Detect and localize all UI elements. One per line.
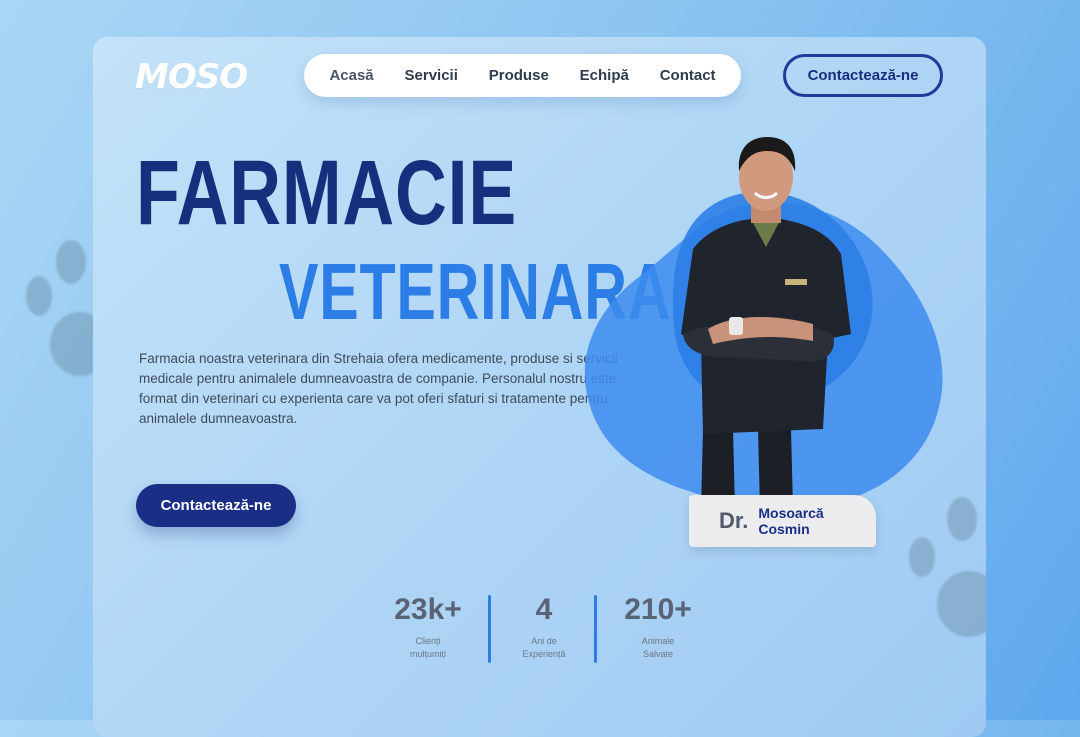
nav-item-echipa[interactable]: Echipă: [580, 67, 629, 84]
stat-label-line2: Salvate: [642, 649, 674, 659]
doctor-name-card: Dr. Mosoarcă Cosmin: [689, 495, 876, 547]
doctor-prefix: Dr.: [719, 508, 749, 533]
stat-animals: 210+ Animale Salvate: [603, 595, 713, 661]
hero-title-line1: FARMACIE: [136, 142, 517, 244]
stat-label-line1: Clienți: [415, 636, 441, 646]
stats-row: 23k+ Clienți mulțumiți 4 Ani de Experien…: [373, 595, 713, 665]
main-nav: Acasă Servicii Produse Echipă Contact: [304, 54, 741, 97]
stat-years: 4 Ani de Experiență: [489, 595, 599, 661]
logo[interactable]: MOSO: [135, 57, 248, 97]
hero-panel: MOSO Acasă Servicii Produse Echipă Conta…: [93, 37, 986, 737]
stat-clients: 23k+ Clienți mulțumiți: [373, 595, 483, 661]
stat-value: 4: [535, 593, 553, 626]
nav-item-acasa[interactable]: Acasă: [329, 67, 373, 84]
stat-label-line1: Ani de: [531, 636, 557, 646]
stat-value: 210+: [624, 593, 692, 626]
doctor-name-line1: Mosoarcă: [758, 505, 824, 521]
stat-label-line2: Experiență: [522, 649, 566, 659]
nav-item-contact[interactable]: Contact: [660, 67, 716, 84]
nav-item-produse[interactable]: Produse: [489, 67, 549, 84]
stat-value: 23k+: [394, 593, 462, 626]
hero-contact-button[interactable]: Contactează-ne: [136, 484, 296, 527]
stat-label: Clienți mulțumiți: [373, 635, 483, 661]
paw-print-icon: [903, 497, 986, 657]
stat-label: Ani de Experiență: [489, 635, 599, 661]
doctor-name-line2: Cosmin: [758, 521, 810, 537]
doctor-photo: [681, 137, 851, 509]
doctor-name: Mosoarcă Cosmin: [758, 505, 823, 537]
stat-label-line2: mulțumiți: [409, 649, 446, 659]
stat-label: Animale Salvate: [603, 635, 713, 661]
header-contact-button[interactable]: Contactează-ne: [783, 54, 943, 97]
nav-item-servicii[interactable]: Servicii: [405, 67, 458, 84]
stat-divider: [594, 595, 597, 663]
hero-description: Farmacia noastra veterinara din Strehaia…: [139, 351, 618, 426]
stat-label-line1: Animale: [641, 636, 675, 646]
